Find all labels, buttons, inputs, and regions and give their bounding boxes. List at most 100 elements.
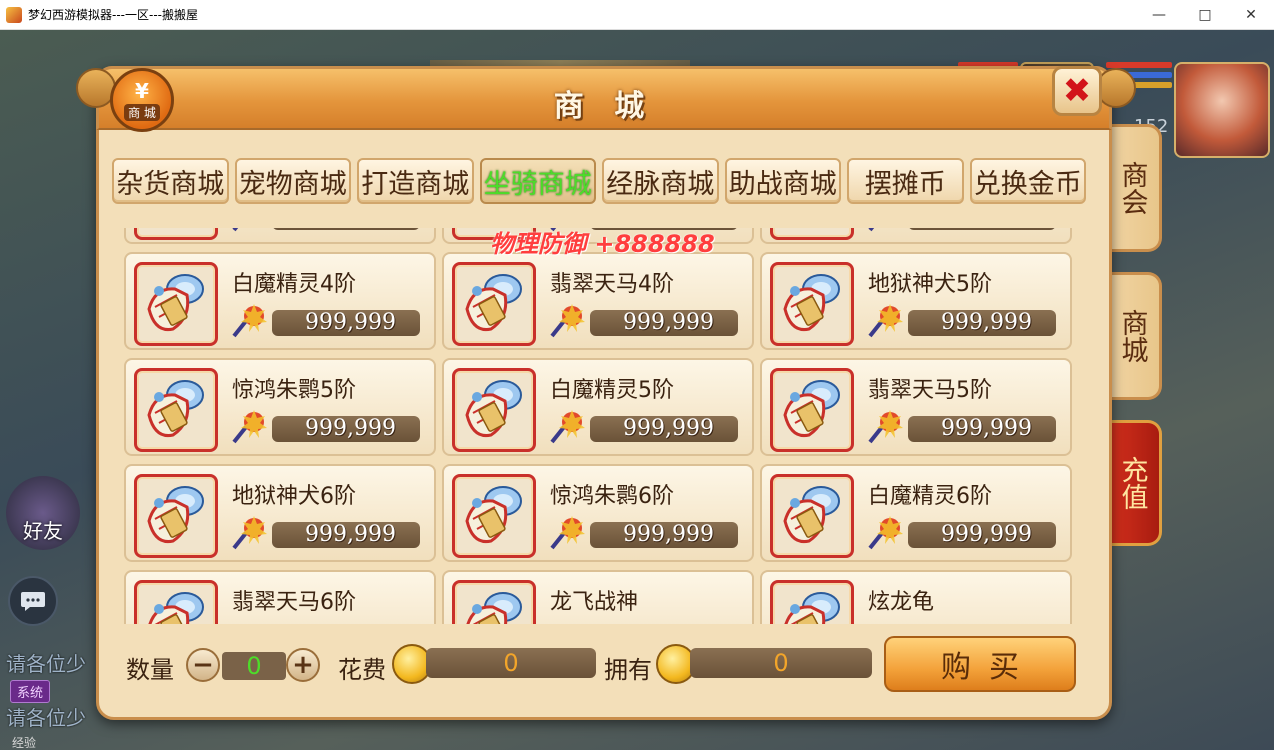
buy-button[interactable]: 购买 <box>884 636 1076 692</box>
cost-field: 0 <box>426 648 596 678</box>
item-card[interactable]: 翡翠天马6阶 <box>124 570 436 624</box>
currency-icon <box>230 514 270 554</box>
item-name: 炫龙龟 <box>868 590 935 615</box>
item-icon-frame <box>452 474 536 558</box>
window-title: 梦幻西游模拟器---一区---搬搬屋 <box>28 8 198 22</box>
chat-line: 请各位少 <box>6 652 86 676</box>
tab-5[interactable]: 助战商城 <box>724 158 841 204</box>
owned-label: 拥有 <box>604 656 652 684</box>
item-name: 惊鸿朱鹮6阶 <box>550 484 674 509</box>
item-icon-frame <box>134 580 218 624</box>
mount-item-icon <box>784 592 840 624</box>
tab-6[interactable]: 摆摊币 <box>847 158 964 204</box>
item-name: 翡翠天马4阶 <box>550 272 674 297</box>
mount-item-icon <box>783 274 840 332</box>
tab-1[interactable]: 宠物商城 <box>234 158 351 204</box>
maximize-button[interactable]: □ <box>1182 0 1228 30</box>
tab-7[interactable]: 兑换金币 <box>969 158 1086 204</box>
item-name: 翡翠天马5阶 <box>868 378 992 403</box>
increase-quantity-button[interactable]: + <box>286 648 320 682</box>
item-price: 999,999 <box>623 522 714 547</box>
currency-icon <box>866 514 906 554</box>
fireworks-currency-icon <box>868 516 903 550</box>
item-icon-frame <box>770 228 854 240</box>
money-bag-icon: ¥ <box>135 78 149 103</box>
item-card[interactable]: 炫龙龟 <box>760 570 1072 624</box>
currency-icon <box>230 302 270 342</box>
item-name: 白魔精灵6阶 <box>868 484 992 509</box>
price-bar: 999,999 <box>272 522 420 548</box>
exp-label: 经验 <box>12 736 37 750</box>
fireworks-currency-icon <box>868 304 903 338</box>
tab-2[interactable]: 打造商城 <box>357 158 474 204</box>
cost-label: 花费 <box>338 656 386 684</box>
mount-item-icon <box>147 274 204 332</box>
price-bar: 999,999 <box>272 416 420 442</box>
shop-tabs: 杂货商城 宠物商城 打造商城 坐骑商城 经脉商城 助战商城 摆摊币 兑换金币 <box>112 158 1086 204</box>
minimize-button[interactable]: — <box>1136 0 1182 30</box>
chat-button[interactable] <box>8 576 58 626</box>
hero-portrait[interactable] <box>1174 62 1270 158</box>
item-name: 龙飞战神 <box>550 590 639 615</box>
item-price: 999,999 <box>941 522 1032 547</box>
item-card[interactable]: 白魔精灵4阶 999,999 <box>124 252 436 350</box>
item-price: 999,999 <box>305 416 396 441</box>
item-card[interactable]: 惊鸿朱鹮5阶 999,999 <box>124 358 436 456</box>
item-icon-frame <box>770 580 854 624</box>
item-card[interactable]: 翡翠天马4阶 999,999 <box>442 252 754 350</box>
decrease-quantity-button[interactable]: − <box>186 648 220 682</box>
item-card[interactable]: 地狱神犬6阶 999,999 <box>124 464 436 562</box>
price-bar: 999,999 <box>908 416 1056 442</box>
currency-icon <box>548 408 588 448</box>
item-icon-frame <box>134 474 218 558</box>
tab-4[interactable]: 经脉商城 <box>602 158 719 204</box>
badge-label: 商 城 <box>124 103 160 121</box>
mount-item-icon <box>783 380 840 438</box>
system-tag: 系统 <box>10 680 51 703</box>
item-icon-frame <box>134 262 218 346</box>
fireworks-currency-icon <box>232 228 239 232</box>
tab-0[interactable]: 杂货商城 <box>112 158 229 204</box>
tab-3[interactable]: 坐骑商城 <box>479 158 596 204</box>
price-bar: 999,999 <box>908 310 1056 336</box>
mount-item-icon <box>777 228 847 233</box>
currency-icon <box>230 228 270 236</box>
item-price: 999,999 <box>941 416 1032 441</box>
currency-icon <box>548 514 588 554</box>
fireworks-currency-icon <box>232 304 267 338</box>
friend-button[interactable]: 好友 <box>6 476 80 550</box>
item-card[interactable]: 翡翠天马5阶 999,999 <box>760 358 1072 456</box>
item-grid-viewport[interactable]: 999,999999,999999,999白魔精灵4阶999,999翡翠天马4阶… <box>124 228 1076 624</box>
item-card[interactable]: 龙飞战神 <box>442 570 754 624</box>
mount-item-icon <box>466 592 522 624</box>
price-bar: 999,999 <box>590 416 738 442</box>
item-icon-frame <box>770 474 854 558</box>
close-window-button[interactable]: ✕ <box>1228 0 1274 30</box>
owned-field: 0 <box>690 648 872 678</box>
panel-header: 商 城 <box>96 66 1112 130</box>
side-tab-guild-shop[interactable]: 商会 <box>1104 124 1162 252</box>
item-card[interactable]: 白魔精灵6阶 999,999 <box>760 464 1072 562</box>
item-card[interactable]: 白魔精灵5阶 999,999 <box>442 358 754 456</box>
price-bar: 999,999 <box>908 228 1056 230</box>
item-card[interactable]: 惊鸿朱鹮6阶 999,999 <box>442 464 754 562</box>
item-icon-frame <box>770 368 854 452</box>
item-icon-frame <box>770 262 854 346</box>
price-bar: 999,999 <box>590 310 738 336</box>
item-icon-frame <box>452 262 536 346</box>
close-panel-button[interactable]: ✖ <box>1052 66 1102 116</box>
mount-item-icon <box>465 380 522 438</box>
item-card[interactable]: 999,999 <box>124 228 436 244</box>
item-price: 999,999 <box>623 310 714 335</box>
item-card[interactable]: 999,999 <box>760 228 1072 244</box>
floating-bonus-text: 物理防御 +888888 <box>490 230 715 258</box>
item-card[interactable]: 地狱神犬5阶 999,999 <box>760 252 1072 350</box>
shop-badge: ¥ 商 城 <box>110 68 174 132</box>
item-price: 999,999 <box>305 522 396 547</box>
side-tab-mall[interactable]: 商城 <box>1104 272 1162 400</box>
fireworks-currency-icon <box>550 304 585 338</box>
quantity-field[interactable]: 0 <box>222 652 286 680</box>
currency-icon <box>866 302 906 342</box>
side-tab-recharge[interactable]: 充值 <box>1104 420 1162 546</box>
mount-item-icon <box>465 274 522 332</box>
